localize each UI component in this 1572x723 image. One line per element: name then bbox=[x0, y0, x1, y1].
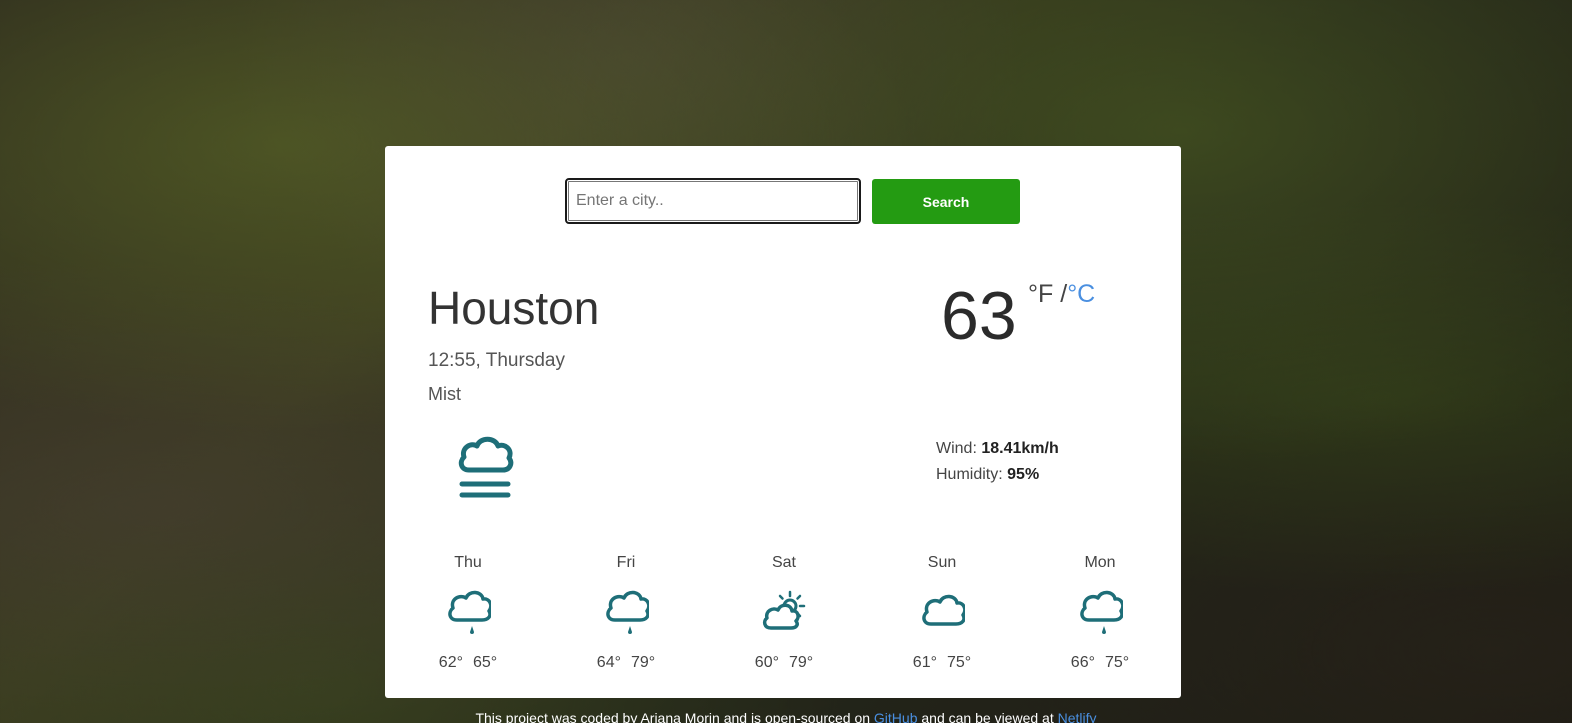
forecast-max: 75° bbox=[947, 654, 972, 671]
netlify-link[interactable]: Netlify bbox=[1058, 710, 1097, 723]
unit-toggle: °F /°C bbox=[1028, 280, 1095, 309]
forecast-day-name: Sat bbox=[771, 554, 796, 571]
forecast-temps: 61° 75° bbox=[902, 654, 982, 672]
github-link[interactable]: GitHub bbox=[874, 710, 918, 723]
forecast-min: 60° bbox=[754, 654, 779, 671]
partly-cloudy-icon bbox=[762, 590, 806, 630]
current-datetime: 12:55, Thursday bbox=[428, 350, 565, 371]
forecast-day: Sun 61° 75° bbox=[902, 554, 982, 672]
humidity-label: Humidity: bbox=[936, 466, 1003, 483]
forecast-day-name: Sun bbox=[927, 554, 957, 571]
rain-icon bbox=[448, 590, 491, 634]
unit-fahrenheit: °F bbox=[1028, 280, 1054, 308]
humidity-value: 95% bbox=[1007, 466, 1040, 483]
forecast-day: Sat 60° 79° bbox=[744, 554, 824, 672]
forecast-day-name: Mon bbox=[1084, 554, 1116, 571]
city-name: Houston bbox=[428, 282, 600, 334]
forecast-day: Fri 64° 79° bbox=[586, 554, 666, 672]
forecast-day: Thu 62° 65° bbox=[428, 554, 508, 672]
forecast-temps: 66° 75° bbox=[1060, 654, 1140, 672]
cloud-icon bbox=[922, 594, 965, 626]
forecast-max: 79° bbox=[631, 654, 656, 671]
rain-icon bbox=[1080, 590, 1123, 634]
forecast-list: Thu 62° 65° Fri 64° 79° Sat 60° 79° Sun … bbox=[428, 554, 1140, 672]
search-button[interactable]: Search bbox=[872, 179, 1020, 224]
search-form: Search bbox=[565, 178, 1020, 224]
wind-value: 18.41km/h bbox=[981, 440, 1059, 457]
wind-label: Wind: bbox=[936, 440, 977, 457]
footer-text-middle: and can be viewed at bbox=[921, 710, 1054, 723]
rain-icon bbox=[606, 590, 649, 634]
humidity-row: Humidity: 95% bbox=[936, 462, 1059, 488]
forecast-temps: 60° 79° bbox=[744, 654, 824, 672]
footer: This project was coded by Ariana Morin a… bbox=[0, 710, 1572, 723]
footer-text: This project was coded by Ariana Morin a… bbox=[475, 710, 871, 723]
current-temperature: 63 bbox=[941, 278, 1017, 354]
forecast-min: 66° bbox=[1070, 654, 1095, 671]
forecast-day: Mon 66° 75° bbox=[1060, 554, 1140, 672]
forecast-max: 75° bbox=[1105, 654, 1130, 671]
mist-icon bbox=[458, 436, 514, 498]
weather-condition: Mist bbox=[428, 384, 461, 404]
forecast-day-name: Fri bbox=[616, 554, 636, 571]
weather-card: Search Houston 12:55, Thursday Mist 63 °… bbox=[385, 146, 1181, 698]
forecast-min: 62° bbox=[438, 654, 463, 671]
forecast-temps: 64° 79° bbox=[586, 654, 666, 672]
forecast-max: 65° bbox=[473, 654, 498, 671]
forecast-min: 64° bbox=[596, 654, 621, 671]
forecast-day-name: Thu bbox=[454, 554, 482, 571]
forecast-min: 61° bbox=[912, 654, 937, 671]
unit-celsius-link[interactable]: °C bbox=[1067, 280, 1095, 308]
wind-row: Wind: 18.41km/h bbox=[936, 436, 1059, 462]
city-search-input[interactable] bbox=[565, 178, 861, 224]
forecast-temps: 62° 65° bbox=[428, 654, 508, 672]
weather-stats: Wind: 18.41km/h Humidity: 95% bbox=[936, 436, 1059, 488]
forecast-max: 79° bbox=[789, 654, 814, 671]
